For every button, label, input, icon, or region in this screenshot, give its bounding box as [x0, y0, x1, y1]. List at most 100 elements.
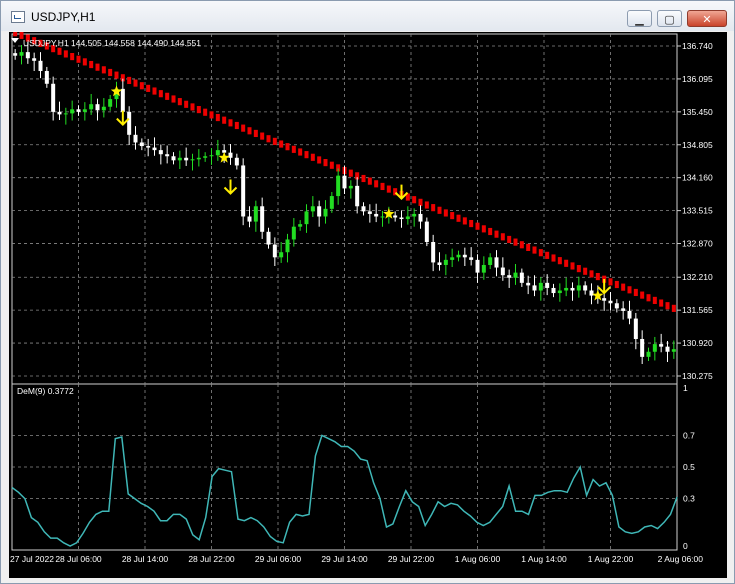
ma-point — [456, 214, 461, 222]
ma-point — [70, 53, 75, 61]
candle-body — [342, 175, 347, 189]
candle-body — [513, 272, 518, 278]
candle-body — [95, 104, 100, 111]
candle-body — [304, 211, 309, 225]
candle-body — [108, 99, 113, 107]
candle-body — [488, 257, 493, 265]
ma-point — [507, 235, 512, 244]
time-tick-label: 29 Jul 14:00 — [321, 554, 368, 564]
ma-point — [133, 79, 138, 87]
ma-point — [450, 212, 455, 220]
time-tick-label: 28 Jul 14:00 — [122, 554, 169, 564]
candle-body — [165, 154, 170, 157]
candle-body — [44, 71, 49, 84]
candle-body — [576, 285, 581, 291]
ma-point — [374, 180, 379, 188]
indicator-tick-label: 1 — [683, 383, 688, 393]
candle-body — [152, 147, 157, 151]
candle-body — [652, 344, 657, 352]
ma-point — [665, 302, 670, 310]
candle-body — [190, 159, 195, 161]
chart-area[interactable]: 136.740 136.095 135.450 134.805 134.160 133.5… — [9, 29, 727, 578]
ma-point — [570, 262, 575, 270]
window-title: USDJPY,H1 — [31, 10, 96, 24]
ma-point — [627, 286, 632, 294]
candle-body — [310, 206, 315, 212]
close-button[interactable]: ✕ — [687, 10, 727, 27]
candle-body — [228, 152, 233, 158]
ma-point — [215, 113, 220, 122]
ma-point — [418, 198, 423, 206]
ma-point — [272, 137, 277, 145]
candle-body — [323, 208, 328, 217]
candle-body — [608, 300, 613, 304]
ma-point — [608, 278, 613, 286]
ma-point — [481, 225, 486, 233]
candle-body — [526, 282, 531, 286]
minimize-button[interactable]: ▁ — [627, 10, 652, 27]
signal-arrow-down-icon — [394, 184, 409, 201]
candle-body — [253, 206, 258, 222]
ma-point — [361, 174, 366, 183]
ma-point — [513, 238, 518, 246]
title-bar[interactable]: USDJPY,H1 ▁ ▢ ✕ — [1, 1, 734, 31]
time-tick-label: 1 Aug 06:00 — [455, 554, 501, 564]
candle-body — [399, 217, 404, 220]
ma-point — [348, 169, 353, 177]
candle-body — [291, 226, 296, 240]
candle-body — [355, 185, 360, 207]
candle-body — [70, 109, 75, 114]
time-tick-label: 29 Jul 22:00 — [388, 554, 435, 564]
ma-point — [152, 87, 157, 95]
ma-point — [551, 254, 556, 262]
price-tick-label: 130.275 — [682, 371, 713, 381]
candle-body — [171, 156, 176, 161]
candle-body — [405, 216, 410, 220]
candle-body — [424, 221, 429, 243]
candle-body — [418, 213, 423, 222]
ma-point — [291, 145, 296, 153]
candle-body — [361, 206, 366, 212]
ma-point — [659, 299, 664, 307]
close-icon: ✕ — [702, 13, 712, 26]
price-tick-label: 131.565 — [682, 305, 713, 315]
candle-body — [380, 216, 385, 218]
ma-point — [285, 143, 290, 151]
ma-point — [323, 159, 328, 167]
ma-point — [671, 304, 676, 312]
indicator-tick-label: 0.3 — [683, 494, 695, 504]
ma-point — [146, 84, 151, 92]
ma-point — [253, 129, 258, 138]
candle-body — [367, 211, 372, 214]
ma-point — [614, 280, 619, 289]
candle-body — [374, 213, 379, 217]
candle-body — [101, 106, 106, 111]
ma-point — [82, 58, 87, 66]
candle-body — [589, 290, 594, 296]
ma-point — [184, 100, 189, 108]
candle-body — [133, 134, 138, 143]
candle-body — [671, 349, 676, 352]
candle-body — [279, 252, 284, 258]
maximize-button[interactable]: ▢ — [657, 10, 682, 27]
ma-point — [380, 182, 385, 191]
candle-body — [234, 157, 239, 166]
candle-body — [57, 111, 62, 115]
ma-point — [437, 206, 442, 214]
candle-body — [203, 156, 208, 158]
ma-point — [488, 227, 493, 236]
candle-body — [32, 58, 37, 61]
ma-point — [386, 185, 391, 193]
price-tick-label: 134.160 — [682, 173, 713, 183]
ma-point — [500, 233, 505, 241]
chart-canvas[interactable]: 136.740 136.095 135.450 134.805 134.160 133.5… — [9, 29, 727, 578]
minimize-icon: ▁ — [635, 13, 644, 26]
candle-body — [241, 165, 246, 217]
candle-body — [602, 298, 607, 301]
indicator-tick-label: 0 — [683, 541, 688, 551]
ma-point — [564, 259, 569, 267]
ma-point — [310, 153, 315, 161]
ma-point — [95, 63, 100, 71]
ma-point — [247, 127, 252, 135]
ma-point — [621, 283, 626, 291]
